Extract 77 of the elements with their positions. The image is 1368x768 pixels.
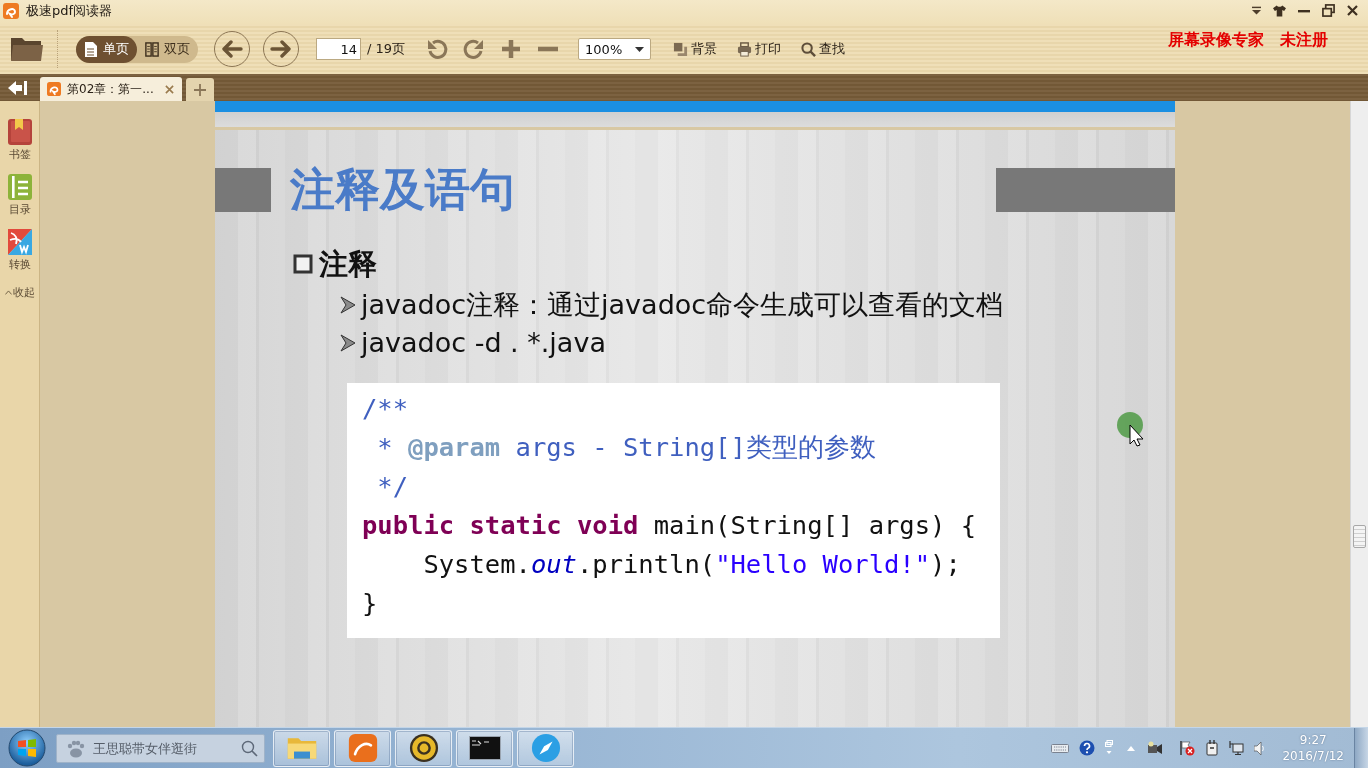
clock-time: 9:27 (1299, 732, 1327, 748)
ringed-disc-icon (407, 733, 440, 763)
slide-header-bar (215, 168, 271, 212)
view-mode-tab[interactable]: 单页 (76, 35, 137, 63)
zoom-in-icon[interactable] (500, 38, 523, 60)
bookmark-book-icon (6, 118, 33, 146)
start-button[interactable] (8, 729, 46, 767)
code-line: public static void main(String[] args) { (362, 509, 978, 542)
arrow-right-icon (270, 40, 292, 58)
rotate-left-icon[interactable] (427, 38, 450, 60)
code-line: * @param args - String[]类型的参数 (376, 431, 877, 464)
camera-icon[interactable] (1147, 741, 1164, 755)
swirl-tile-icon (346, 733, 379, 763)
restore-icon[interactable] (1322, 4, 1335, 17)
power-plug-icon[interactable] (1205, 740, 1220, 756)
keyboard-icon[interactable] (1051, 743, 1070, 753)
compass-icon (529, 733, 562, 763)
view-mode-tab[interactable]: 双页 (137, 35, 198, 63)
help-icon[interactable] (1079, 740, 1096, 756)
toolbar-button[interactable]: 打印 (737, 40, 782, 58)
zoom-select[interactable]: 100% (578, 38, 652, 60)
show-desktop-button[interactable] (1354, 728, 1368, 768)
scrollbar-thumb[interactable] (1353, 525, 1366, 548)
window-title: 极速pdf阅读器 (26, 2, 113, 20)
registration-notice: 屏幕录像专家 未注册 (1168, 30, 1328, 51)
clock-date: 2016/7/12 (1282, 748, 1344, 764)
bullet-text: javadoc注释：通过javadoc命令生成可以查看的文档 (361, 288, 1004, 322)
app-logo-icon (47, 82, 61, 96)
document-tab[interactable]: 第02章：第一... (40, 77, 182, 101)
speaker-icon[interactable] (1254, 741, 1265, 755)
close-icon[interactable] (1347, 5, 1358, 16)
list-icon (6, 173, 33, 201)
arrow-left-icon (221, 40, 243, 58)
search-icon[interactable] (241, 739, 258, 757)
collapse-button[interactable]: 收起 (4, 285, 35, 300)
app-logo-icon (3, 3, 19, 19)
code-line: */ (376, 470, 410, 503)
folder-icon[interactable] (10, 36, 44, 62)
caret-icon (635, 46, 645, 52)
layers-icon (673, 41, 689, 57)
two-column-icon (145, 40, 159, 58)
mouse-pointer-icon (1116, 411, 1146, 447)
page-number-input[interactable]: 14 (316, 38, 361, 60)
search-icon (801, 41, 817, 57)
plus-icon (194, 83, 206, 96)
square-bullet-icon (293, 254, 313, 274)
caret-up-icon (4, 290, 12, 295)
arrow-bullet-icon (340, 296, 356, 314)
dropdown-icon[interactable] (1252, 5, 1261, 16)
zoom-out-icon[interactable] (537, 46, 560, 52)
network-icon[interactable] (1229, 741, 1245, 755)
code-line: /** (362, 392, 410, 425)
taskbar-button[interactable] (456, 729, 513, 767)
page-icon (84, 40, 98, 58)
slide-title: 注释及语句 (290, 164, 515, 216)
printer-icon (737, 41, 753, 57)
code-line: System.out.println("Hello World!"); (422, 548, 962, 581)
toolbar-button[interactable]: 查找 (801, 40, 846, 58)
code-line: } (362, 587, 379, 620)
taskbar-button[interactable] (395, 729, 452, 767)
toolbar-button[interactable]: 背景 (673, 40, 718, 58)
sidebar-item[interactable]: 转换 (6, 228, 33, 272)
search-field[interactable]: 王思聪带女伴逛街 (56, 733, 265, 763)
flag-error-icon[interactable] (1179, 740, 1196, 756)
paw-icon (66, 739, 86, 758)
arrow-bullet-icon (340, 334, 356, 352)
slide-heading: 注释 (319, 248, 377, 280)
rotate-right-icon[interactable] (462, 38, 485, 60)
sidebar-item[interactable]: 目录 (6, 173, 33, 217)
sidebar-item[interactable]: 书签 (6, 118, 33, 162)
terminal-icon (468, 733, 501, 763)
page-count: / 19页 (367, 40, 406, 58)
shirt-icon[interactable] (1273, 4, 1286, 17)
document-convert-icon (6, 228, 33, 256)
bullet-text: javadoc -d . *.java (361, 326, 606, 360)
new-tab-button[interactable] (186, 78, 214, 101)
collapse-panel-icon[interactable] (8, 80, 28, 95)
